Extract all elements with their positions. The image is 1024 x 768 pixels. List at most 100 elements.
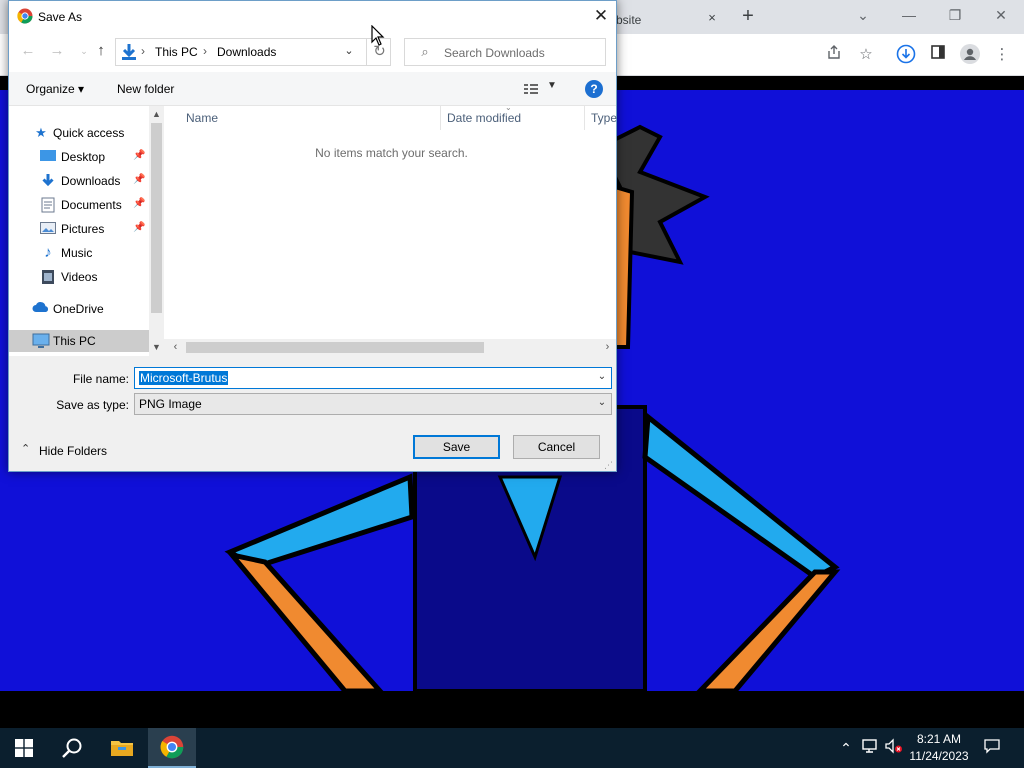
file-name-value: Microsoft-Brutus <box>139 371 229 385</box>
address-bar[interactable]: › This PC › Downloads ⌄ ↻ <box>115 38 391 66</box>
nav-item-downloads[interactable]: Downloads 📌 <box>9 170 149 192</box>
breadcrumb-separator: › <box>141 44 145 58</box>
up-arrow-icon[interactable]: ↑ <box>92 42 110 60</box>
search-box[interactable]: ⌕ Search Downloads <box>404 38 606 66</box>
breadcrumb-separator: › <box>203 44 207 58</box>
nav-item-label: Music <box>61 246 93 260</box>
volume-muted-icon[interactable] <box>884 738 904 758</box>
nav-item-label: Quick access <box>53 126 125 140</box>
scroll-down-icon[interactable]: ▼ <box>149 340 164 355</box>
save-button[interactable]: Save <box>413 435 500 459</box>
dialog-close-button[interactable]: ✕ <box>589 5 613 27</box>
nav-item-desktop[interactable]: Desktop 📌 <box>9 146 149 168</box>
breadcrumb-this-pc[interactable]: This PC <box>155 45 198 59</box>
chevron-down-icon[interactable]: ⌄ <box>595 371 609 382</box>
search-icon: ⌕ <box>421 44 429 59</box>
cancel-button[interactable]: Cancel <box>513 435 600 459</box>
view-options-icon[interactable] <box>523 82 539 96</box>
column-divider[interactable] <box>584 106 585 130</box>
nav-item-this-pc[interactable]: This PC <box>9 330 149 352</box>
folder-icon <box>111 741 133 756</box>
column-divider[interactable] <box>440 106 441 130</box>
column-header-date-modified[interactable]: Date modified <box>447 111 521 125</box>
star-icon: ★ <box>35 125 47 140</box>
computer-icon <box>32 333 50 349</box>
documents-icon <box>40 197 56 213</box>
desktop-icon <box>40 149 56 165</box>
navigation-row: ← → ⌄ ↑ › This PC › Downloads ⌄ ↻ ⌕ Sear… <box>9 32 616 72</box>
forward-arrow-icon[interactable]: → <box>48 42 66 60</box>
download-icon[interactable] <box>895 44 917 66</box>
file-explorer-button[interactable] <box>98 728 146 768</box>
tab-title: bsite <box>616 13 642 27</box>
network-icon[interactable] <box>861 738 881 758</box>
restore-button[interactable]: ❐ <box>942 4 968 26</box>
system-clock[interactable]: 8:21 AM 11/24/2023 <box>902 731 976 765</box>
column-header-type[interactable]: Type <box>591 111 617 125</box>
recent-locations-icon[interactable]: ⌄ <box>75 42 93 60</box>
nav-item-label: OneDrive <box>53 302 104 316</box>
save-as-dialog: Save As ✕ ← → ⌄ ↑ › This PC › Downloads … <box>8 0 617 472</box>
new-folder-button[interactable]: New folder <box>117 82 174 96</box>
music-icon: ♪ <box>44 244 52 261</box>
command-bar: Organize ▾ New folder ▼ ? <box>9 72 616 106</box>
breadcrumb-downloads[interactable]: Downloads <box>217 45 276 59</box>
scroll-right-icon[interactable]: › <box>599 339 616 356</box>
videos-icon <box>40 269 56 285</box>
hide-folders-label: Hide Folders <box>39 444 108 458</box>
clock-date: 11/24/2023 <box>909 749 969 763</box>
search-placeholder: Search Downloads <box>444 46 545 60</box>
nav-item-videos[interactable]: Videos <box>9 266 149 288</box>
save-as-type-select[interactable]: PNG Image ⌄ <box>134 393 612 415</box>
chrome-taskbar-button[interactable] <box>148 728 196 768</box>
view-dropdown-icon[interactable]: ▼ <box>547 80 557 91</box>
nav-item-pictures[interactable]: Pictures 📌 <box>9 218 149 240</box>
chevron-down-icon[interactable]: ⌄ <box>595 397 609 408</box>
nav-scrollbar[interactable]: ▲ ▼ <box>149 106 164 356</box>
chevron-up-icon[interactable]: ⌃ <box>836 738 856 758</box>
share-icon[interactable] <box>823 44 845 66</box>
save-as-type-value: PNG Image <box>139 397 202 411</box>
taskbar-search-button[interactable] <box>48 728 96 768</box>
start-button[interactable] <box>0 728 48 768</box>
organize-button[interactable]: Organize ▾ <box>26 82 84 96</box>
window-close-button[interactable]: ✕ <box>988 4 1014 26</box>
downloads-location-icon <box>120 43 138 61</box>
pictures-icon <box>40 221 56 237</box>
file-name-field[interactable]: Microsoft-Brutus ⌄ <box>134 367 612 389</box>
nav-item-label: Desktop <box>61 150 106 164</box>
nav-item-quick-access[interactable]: ★ Quick access <box>9 122 149 144</box>
side-panel-icon[interactable] <box>927 44 949 66</box>
back-arrow-icon[interactable]: ← <box>19 42 37 60</box>
minimize-button[interactable]: — <box>896 4 922 26</box>
address-dropdown-icon[interactable]: ⌄ <box>340 44 358 57</box>
new-tab-button[interactable]: + <box>738 6 758 26</box>
dialog-titlebar[interactable]: Save As ✕ <box>9 1 616 32</box>
scroll-left-icon[interactable]: ‹ <box>167 339 184 356</box>
clock-time: 8:21 AM <box>916 732 962 746</box>
menu-icon[interactable]: ⋮ <box>991 44 1013 66</box>
empty-folder-message: No items match your search. <box>315 146 468 160</box>
chrome-icon <box>17 8 33 24</box>
bookmark-star-icon[interactable]: ☆ <box>855 44 877 66</box>
help-button[interactable]: ? <box>585 80 603 98</box>
tab-close-icon[interactable]: × <box>704 10 720 26</box>
tab-search-icon[interactable]: ⌄ <box>850 4 876 26</box>
nav-scroll-thumb[interactable] <box>151 123 162 313</box>
pin-icon: 📌 <box>133 174 146 185</box>
nav-item-music[interactable]: ♪ Music <box>9 242 149 264</box>
file-scroll-thumb[interactable] <box>186 342 484 353</box>
nav-item-documents[interactable]: Documents 📌 <box>9 194 149 216</box>
file-list-scrollbar[interactable]: ‹ › <box>164 339 616 356</box>
resize-grip-icon[interactable]: ⋰ <box>604 460 613 471</box>
column-header-name[interactable]: Name <box>186 111 218 125</box>
profile-icon[interactable] <box>959 44 981 66</box>
chevron-up-icon: ⌃ <box>21 443 31 455</box>
search-icon <box>62 738 82 758</box>
scroll-up-icon[interactable]: ▲ <box>149 107 164 122</box>
pin-icon: 📌 <box>133 198 146 209</box>
nav-item-onedrive[interactable]: OneDrive <box>9 298 149 320</box>
file-list-pane: Name ⌄ Date modified Type No items match… <box>164 103 617 356</box>
notifications-icon[interactable] <box>982 738 1002 758</box>
nav-item-label: Pictures <box>61 222 105 236</box>
